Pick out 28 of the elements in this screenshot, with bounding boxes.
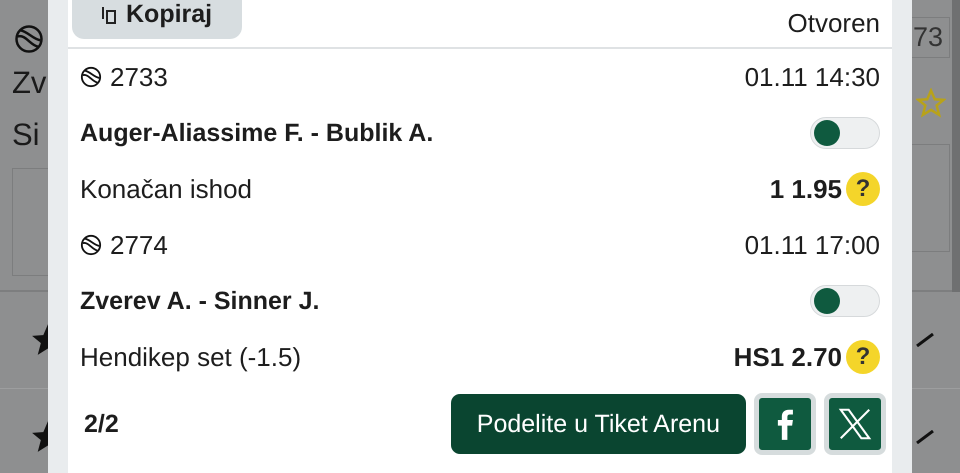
help-badge[interactable]: ? [846,340,880,374]
star-outline-icon[interactable] [916,88,946,118]
toggle-switch[interactable] [810,285,880,317]
match-name: Zverev A. - Sinner J. [80,286,320,316]
toggle-switch[interactable] [810,117,880,149]
market-name: Hendikep set (-1.5) [80,342,302,372]
match-time: 01.11 17:00 [744,230,880,260]
check-icon [916,430,934,444]
check-icon [916,333,934,347]
market-name: Konačan ishod [80,174,252,204]
x-button[interactable] [824,393,886,455]
match-code: 2733 [110,62,168,92]
team-name: Si [12,116,41,154]
match-code: 2774 [110,230,168,260]
bet-count: 2/2 [84,410,119,438]
pick-odds: HS1 2.70 [734,342,842,372]
tennis-ball-icon [80,66,102,88]
pick-odds: 1 1.95 [770,174,842,204]
team-name: Zv [12,64,48,102]
tennis-ball-icon [14,24,44,54]
match-time: 01.11 14:30 [744,62,880,92]
tennis-ball-icon [80,234,102,256]
help-badge[interactable]: ? [846,172,880,206]
facebook-button[interactable] [754,393,816,455]
match-name: Auger-Aliassime F. - Bublik A. [80,118,434,148]
ticket-status: Otvoren [788,8,880,39]
share-button[interactable]: Podelite u Tiket Arenu [450,394,746,454]
copy-button[interactable]: Kopiraj [72,0,242,39]
